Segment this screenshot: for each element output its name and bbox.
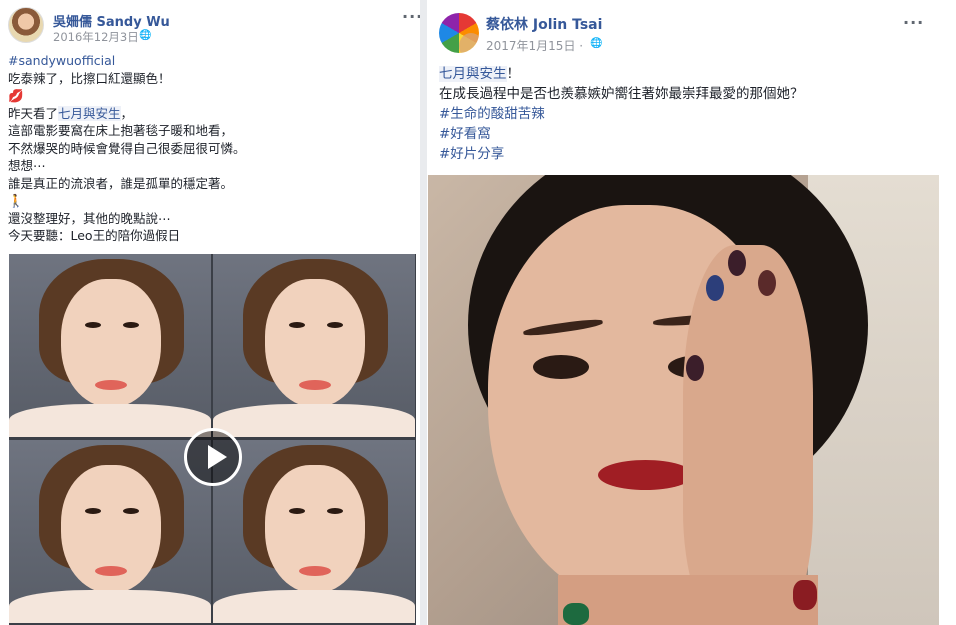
author-name[interactable]: 蔡依林 Jolin Tsai — [486, 14, 602, 34]
video-frame — [213, 440, 415, 623]
text-fragment: ， — [120, 105, 134, 121]
post-header: 蔡依林 Jolin Tsai 2017年1月15日 · 🌐 ··· — [427, 0, 956, 53]
post-timestamp[interactable]: 2017年1月15日 · — [486, 37, 583, 54]
text-line: 七月與安生！ — [439, 64, 804, 84]
movie-link[interactable]: 七月與安生 — [439, 66, 507, 82]
post-body: 七月與安生！ 在成長過程中是否也羨慕嫉妒嚮往著妳最崇拜最愛的那個她？ #生命的酸… — [439, 64, 804, 164]
video-frame — [9, 254, 211, 437]
movie-link[interactable]: 七月與安生 — [58, 105, 121, 121]
text-fragment: ！ — [506, 66, 521, 82]
post-body: #sandywuofficial 吃泰辣了，比擦口紅還顯色！ 💋 昨天看了七月與… — [8, 52, 246, 245]
text-line: 誰是真正的流浪者，誰是孤單的穩定著。 — [8, 175, 234, 191]
post-sandy-wu: 吳姍儒 Sandy Wu 2016年12月3日 · 🌐 ··· #sandywu… — [0, 0, 420, 625]
avatar[interactable] — [439, 13, 479, 53]
more-options-button[interactable]: ··· — [903, 13, 924, 32]
kiss-emoji: 💋 — [8, 88, 24, 103]
text-line: 這部電影要窩在床上抱著毯子暖和地看， — [8, 123, 234, 138]
text-line: 昨天看了七月與安生， — [8, 105, 246, 123]
text-line: 在成長過程中是否也羨慕嫉妒嚮往著妳最崇拜最愛的那個她？ — [439, 86, 804, 102]
walking-emoji: 🚶 — [8, 193, 24, 208]
text-fragment: 昨天看了 — [8, 105, 59, 121]
video-frame — [213, 254, 415, 437]
more-options-button[interactable]: ··· — [402, 7, 420, 26]
video-grid[interactable] — [9, 254, 416, 625]
text-line: 吃泰辣了，比擦口紅還顯色！ — [8, 70, 171, 86]
author-name[interactable]: 吳姍儒 Sandy Wu — [53, 11, 170, 30]
globe-icon[interactable]: 🌐 — [590, 38, 602, 49]
text-line: 不然爆哭的時候會覺得自己很委屈很可憐。 — [8, 140, 246, 156]
avatar[interactable] — [8, 7, 44, 43]
hashtag-link[interactable]: #生命的酸甜苦辣 — [439, 104, 804, 124]
post-photo[interactable] — [428, 175, 939, 625]
hashtag-link[interactable]: #好看窩 — [439, 124, 804, 144]
hashtag-link[interactable]: #好片分享 — [439, 144, 804, 164]
video-frame — [9, 440, 211, 623]
text-line: 還沒整理好，其他的晚點說⋯ — [8, 210, 171, 226]
play-button[interactable] — [184, 428, 242, 486]
post-header: 吳姍儒 Sandy Wu 2016年12月3日 · 🌐 ··· — [0, 0, 420, 50]
hashtag-link[interactable]: #sandywuofficial — [8, 52, 246, 70]
text-line: 想想⋯ — [8, 158, 46, 173]
play-icon — [208, 445, 227, 469]
globe-icon[interactable]: 🌐 — [139, 30, 151, 41]
post-jolin-tsai: 蔡依林 Jolin Tsai 2017年1月15日 · 🌐 ··· 七月與安生！… — [427, 0, 956, 625]
post-timestamp[interactable]: 2016年12月3日 · — [53, 29, 146, 45]
text-line: 今天要聽：Leo王的陪你過假日 — [8, 228, 181, 243]
